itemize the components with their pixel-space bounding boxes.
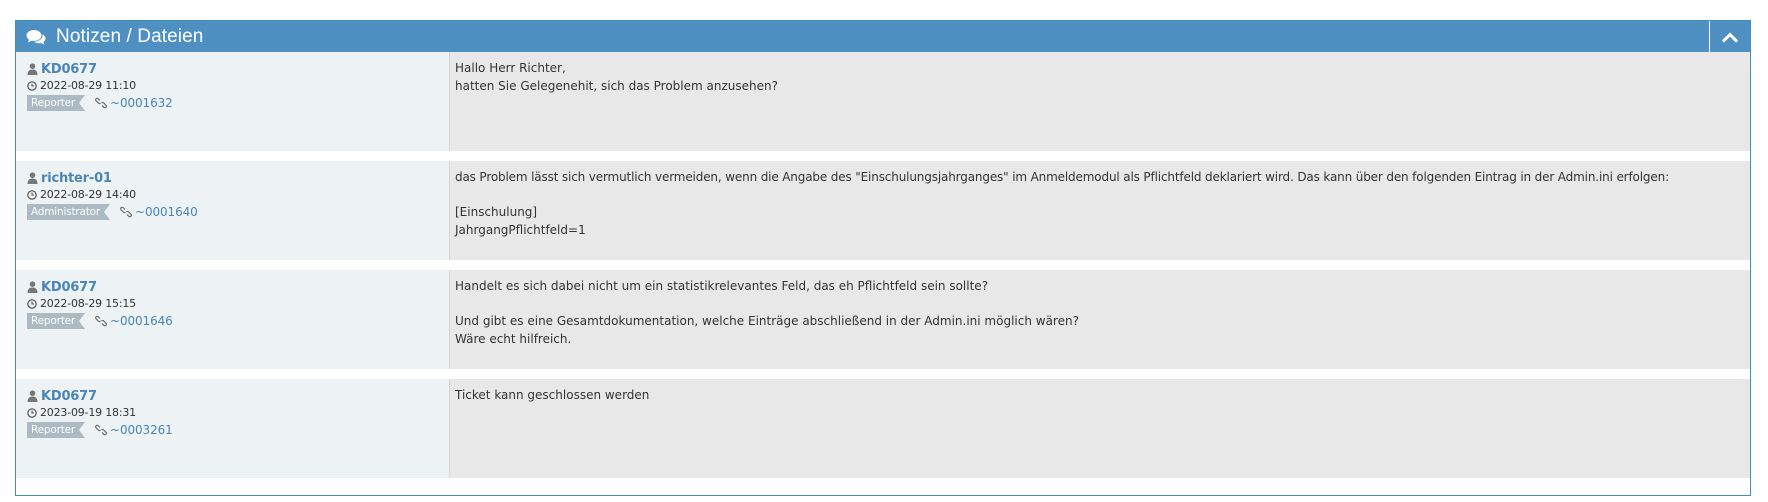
role-badge: Reporter xyxy=(27,313,85,329)
note-spacer xyxy=(16,260,1750,270)
note-meta: KD0677 2022-08-29 15:15 Reporter ~000164… xyxy=(16,270,450,369)
role-badge: Reporter xyxy=(27,422,85,438)
note-text-line: Und gibt es eine Gesamtdokumentation, we… xyxy=(455,314,1079,328)
clock-icon xyxy=(27,80,37,91)
note-permalink[interactable]: ~0001640 xyxy=(135,205,198,219)
note-author-link[interactable]: KD0677 xyxy=(41,389,97,404)
note-text-line: [Einschulung] xyxy=(455,205,538,219)
link-icon xyxy=(120,206,132,218)
note-text: das Problem lässt sich vermutlich vermei… xyxy=(450,161,1750,260)
note-author-link[interactable]: KD0677 xyxy=(41,280,97,295)
link-icon xyxy=(95,97,107,109)
user-icon xyxy=(27,172,38,184)
chevron-up-icon xyxy=(1722,31,1738,43)
note-row: richter-01 2022-08-29 14:40 Administrato… xyxy=(16,161,1750,260)
clock-icon xyxy=(27,298,37,309)
note-meta: richter-01 2022-08-29 14:40 Administrato… xyxy=(16,161,450,260)
note-text: Hallo Herr Richter, hatten Sie Gelegeneh… xyxy=(450,52,1750,151)
note-permalink[interactable]: ~0003261 xyxy=(110,423,173,437)
note-row: KD0677 2022-08-29 15:15 Reporter ~000164… xyxy=(16,270,1750,369)
note-date: 2022-08-29 11:10 xyxy=(40,79,136,92)
note-text-line: Ticket kann geschlossen werden xyxy=(455,388,650,402)
note-date: 2023-09-19 18:31 xyxy=(40,406,136,419)
note-row: KD0677 2023-09-19 18:31 Reporter ~000326… xyxy=(16,379,1750,478)
comments-icon xyxy=(26,28,46,46)
notes-widget: Notizen / Dateien KD0677 2022-08-29 11:1… xyxy=(15,20,1751,496)
link-icon xyxy=(95,315,107,327)
note-text: Handelt es sich dabei nicht um ein stati… xyxy=(450,270,1750,369)
note-date: 2022-08-29 14:40 xyxy=(40,188,136,201)
user-icon xyxy=(27,281,38,293)
role-badge: Administrator xyxy=(27,204,110,220)
note-spacer xyxy=(16,151,1750,161)
note-permalink[interactable]: ~0001632 xyxy=(110,96,173,110)
note-author-link[interactable]: KD0677 xyxy=(41,62,97,77)
note-meta: KD0677 2023-09-19 18:31 Reporter ~000326… xyxy=(16,379,450,478)
note-row: KD0677 2022-08-29 11:10 Reporter ~000163… xyxy=(16,52,1750,151)
note-date: 2022-08-29 15:15 xyxy=(40,297,136,310)
note-text-line: JahrgangPflichtfeld=1 xyxy=(455,222,586,237)
note-meta: KD0677 2022-08-29 11:10 Reporter ~000163… xyxy=(16,52,450,151)
note-text-line: Wäre echt hilfreich. xyxy=(455,331,572,346)
user-icon xyxy=(27,63,38,75)
clock-icon xyxy=(27,189,37,200)
note-text-line xyxy=(455,296,1745,314)
note-text-line: Hallo Herr Richter, xyxy=(455,61,566,75)
note-permalink[interactable]: ~0001646 xyxy=(110,314,173,328)
note-spacer xyxy=(16,478,1750,488)
note-author-link[interactable]: richter-01 xyxy=(41,171,112,186)
widget-header: Notizen / Dateien xyxy=(16,20,1750,53)
note-text-line: hatten Sie Gelegenehit, sich das Problem… xyxy=(455,78,778,93)
widget-title: Notizen / Dateien xyxy=(56,26,204,47)
link-icon xyxy=(95,424,107,436)
note-text-line: Handelt es sich dabei nicht um ein stati… xyxy=(455,279,989,293)
note-spacer xyxy=(16,369,1750,379)
clock-icon xyxy=(27,407,37,418)
collapse-button[interactable] xyxy=(1709,21,1750,53)
user-icon xyxy=(27,390,38,402)
note-text-line xyxy=(455,187,1745,205)
note-text: Ticket kann geschlossen werden xyxy=(450,379,1750,478)
note-text-line: das Problem lässt sich vermutlich vermei… xyxy=(455,170,1669,184)
role-badge: Reporter xyxy=(27,95,85,111)
